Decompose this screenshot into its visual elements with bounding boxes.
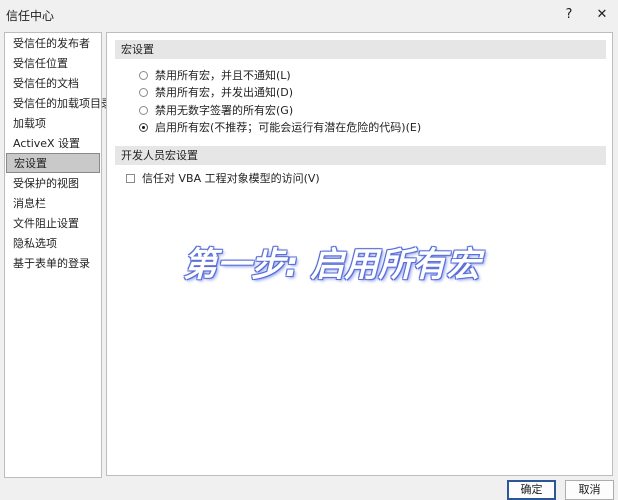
checkbox-icon[interactable] <box>126 173 135 183</box>
sidebar-item-privacy[interactable]: 隐私选项 <box>6 234 100 254</box>
option-label: 禁用所有宏，并发出通知(D) <box>155 86 294 99</box>
option-label: 禁用所有宏，并且不通知(L) <box>155 69 291 82</box>
sidebar-item-label: 受信任的加载项目录 <box>13 97 112 110</box>
sidebar-item-trusted-locations[interactable]: 受信任位置 <box>6 54 100 74</box>
macro-settings-header: 宏设置 <box>115 40 606 59</box>
sidebar-item-addins[interactable]: 加载项 <box>6 114 100 134</box>
option-disable-no-notify[interactable]: 禁用所有宏，并且不通知(L) <box>139 67 291 83</box>
sidebar-item-label: 宏设置 <box>14 157 47 170</box>
radio-icon[interactable] <box>139 87 148 97</box>
close-button[interactable]: ✕ <box>589 2 615 26</box>
checkbox-label: 信任对 VBA 工程对象模型的访问(V) <box>142 172 320 185</box>
help-button[interactable]: ? <box>556 2 582 26</box>
option-disable-unsigned[interactable]: 禁用无数字签署的所有宏(G) <box>139 102 293 118</box>
window-title: 信任中心 <box>6 9 55 23</box>
sidebar-item-label: 受信任的文档 <box>13 77 79 90</box>
sidebar-item-label: ActiveX 设置 <box>13 137 81 150</box>
title-bar: 信任中心 ? ✕ <box>0 0 618 28</box>
sidebar-item-label: 隐私选项 <box>13 237 57 250</box>
help-icon: ? <box>565 6 573 22</box>
developer-settings-header: 开发人员宏设置 <box>115 146 606 165</box>
sidebar-item-label: 消息栏 <box>13 197 46 210</box>
radio-checked-icon[interactable] <box>139 122 148 132</box>
sidebar-item-trusted-documents[interactable]: 受信任的文档 <box>6 74 100 94</box>
sidebar-item-macro-settings[interactable]: 宏设置 <box>6 153 100 173</box>
option-label: 启用所有宏(不推荐；可能会运行有潜在危险的代码)(E) <box>155 121 422 134</box>
sidebar-item-protected-view[interactable]: 受保护的视图 <box>6 174 100 194</box>
sidebar-item-trusted-addin-catalogs[interactable]: 受信任的加载项目录 <box>6 94 112 114</box>
vba-trust-checkbox-row[interactable]: 信任对 VBA 工程对象模型的访问(V) <box>126 170 320 186</box>
radio-icon[interactable] <box>139 70 148 80</box>
sidebar-item-activex[interactable]: ActiveX 设置 <box>6 134 100 154</box>
sidebar: 受信任的发布者 受信任位置 受信任的文档 受信任的加载项目录 加载项 Activ… <box>4 32 112 478</box>
sidebar-item-label: 受信任位置 <box>13 57 68 70</box>
option-label: 禁用无数字签署的所有宏(G) <box>155 104 294 117</box>
sidebar-item-label: 文件阻止设置 <box>13 217 79 230</box>
sidebar-item-form-login[interactable]: 基于表单的登录 <box>6 254 100 274</box>
sidebar-item-trusted-publishers[interactable]: 受信任的发布者 <box>6 34 100 54</box>
sidebar-item-file-block[interactable]: 文件阻止设置 <box>6 214 100 234</box>
sidebar-item-label: 受保护的视图 <box>13 177 79 190</box>
sidebar-item-label: 受信任的发布者 <box>13 37 90 50</box>
option-enable-all[interactable]: 启用所有宏(不推荐；可能会运行有潜在危险的代码)(E) <box>139 119 421 135</box>
overlay-annotation: 第一步: 启用所有宏 <box>183 245 481 285</box>
cancel-button[interactable]: 取消 <box>565 480 614 500</box>
ok-button[interactable]: 确定 <box>507 480 556 500</box>
radio-icon[interactable] <box>139 105 148 115</box>
sidebar-item-message-bar[interactable]: 消息栏 <box>6 194 100 214</box>
option-disable-notify[interactable]: 禁用所有宏，并发出通知(D) <box>139 84 293 100</box>
sidebar-item-label: 加载项 <box>13 117 46 130</box>
sidebar-item-label: 基于表单的登录 <box>13 257 90 270</box>
close-icon: ✕ <box>596 6 608 22</box>
